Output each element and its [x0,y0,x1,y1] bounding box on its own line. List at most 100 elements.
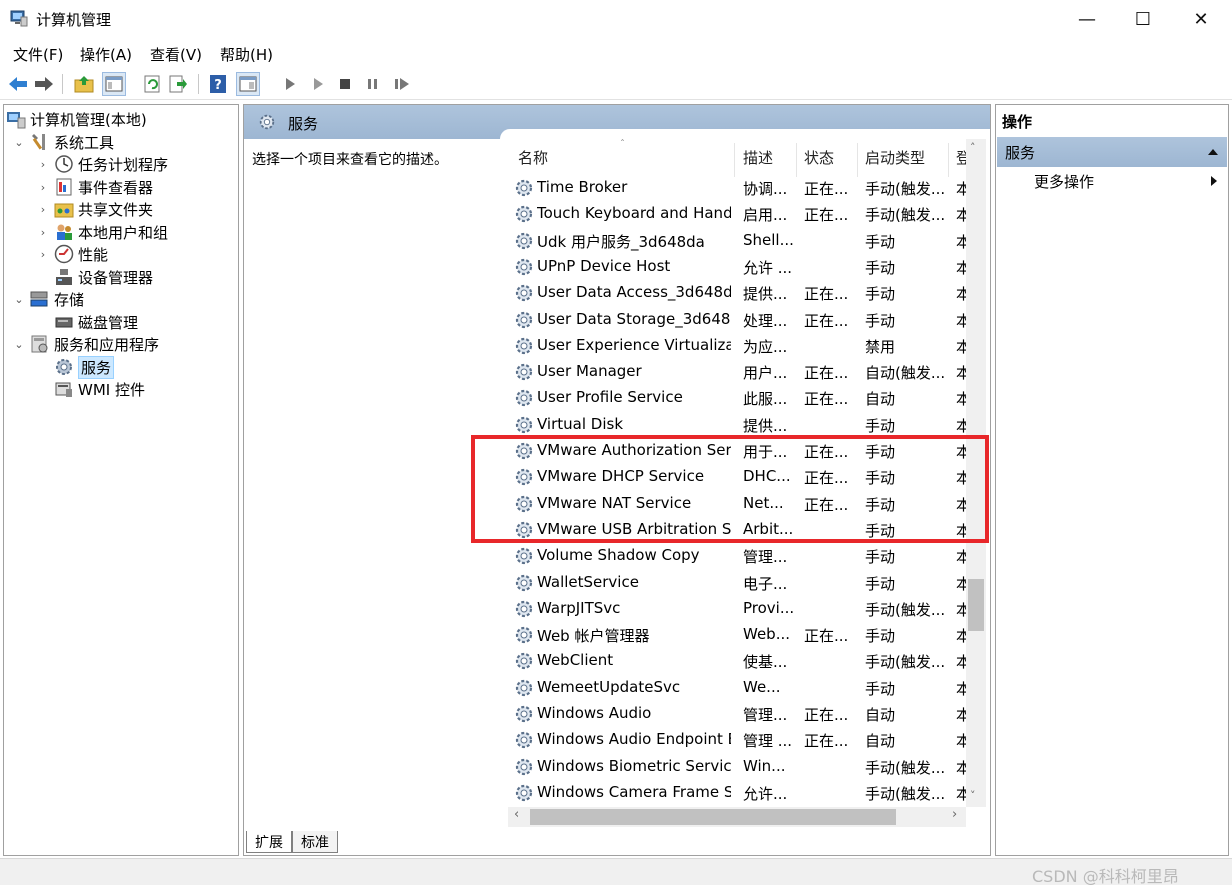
tree-item-shared-folders[interactable]: › 共享文件夹 [36,198,153,220]
service-row[interactable]: Web 帐户管理器 Web... 正在... 手动本 [508,622,968,648]
service-row[interactable]: WebClient 使基... 手动(触发... 本 [508,648,968,674]
scroll-down-icon[interactable]: ˅ [970,789,976,802]
service-row[interactable]: User Data Storage_3d648da 处理... 正在... 手动本 [508,307,968,333]
properties-button[interactable] [236,72,260,96]
close-button[interactable]: ✕ [1172,0,1230,38]
restart-service-button[interactable] [390,72,414,96]
tree-item-storage[interactable]: ⌄ 存储 [12,288,84,310]
tree-item-local-users[interactable]: › 本地用户和组 [36,221,168,243]
stop-service-button[interactable] [333,72,357,96]
service-row[interactable]: UPnP Device Host 允许 ... 手动本 [508,254,968,280]
tree-item-system-tools[interactable]: ⌄ 系统工具 [12,131,114,153]
service-description: 用户... [743,364,788,383]
gear-icon [514,388,534,408]
service-description: 提供... [743,285,788,304]
tree-label: 设备管理器 [78,268,154,287]
help-button[interactable]: ? [206,72,230,96]
horizontal-scrollbar[interactable]: ‹ › [508,807,966,827]
service-row[interactable]: User Profile Service 此服... 正在... 自动本 [508,385,968,411]
service-startup-type: 手动(触发... [865,206,945,225]
scroll-up-icon[interactable]: ˄ [970,141,976,154]
back-button[interactable] [6,72,30,96]
vertical-scroll-thumb[interactable] [968,579,984,631]
tree-item-performance[interactable]: › 性能 [36,243,108,265]
start-service-alt-button[interactable] [306,72,330,96]
tree-item-services-apps[interactable]: ⌄ 服务和应用程序 [12,333,159,355]
tree-item-disk-management[interactable]: 磁盘管理 [54,311,138,333]
up-button[interactable] [72,72,96,96]
column-header-status[interactable]: 状态 [804,147,834,175]
export-list-button[interactable] [166,72,190,96]
tree-item-task-scheduler[interactable]: › 任务计划程序 [36,153,168,175]
service-row[interactable]: User Data Access_3d648da 提供... 正在... 手动本 [508,280,968,306]
refresh-button[interactable] [140,72,164,96]
chevron-right-icon[interactable]: › [36,248,50,261]
service-row[interactable]: WalletService 电子... 手动本 [508,570,968,596]
chevron-right-icon[interactable]: › [36,226,50,239]
tree-item-event-viewer[interactable]: › 事件查看器 [36,176,153,198]
service-row[interactable]: Virtual Disk 提供... 手动本 [508,412,968,438]
service-row[interactable]: Volume Shadow Copy 管理... 手动本 [508,543,968,569]
service-row[interactable]: Windows Biometric Service Win... 手动(触发... 本 [508,754,968,780]
service-row[interactable]: User Experience Virtualizat...为应...禁用本 [508,333,968,359]
menu-action[interactable]: 操作(A) [80,44,132,65]
gear-icon [514,283,534,303]
column-header-name[interactable]: 名称 [518,147,548,175]
minimize-button[interactable]: — [1058,0,1116,38]
chevron-right-icon[interactable]: › [36,158,50,171]
forward-button[interactable] [32,72,56,96]
service-row[interactable]: Windows Camera Frame S... 允许... 手动(触发... 本 [508,780,968,806]
gear-icon [514,599,534,619]
gear-icon [514,204,534,224]
service-row[interactable]: Udk 用户服务_3d648da Shell... 手动本 [508,228,968,254]
tree-item-services[interactable]: 服务 [54,355,115,379]
chevron-down-icon[interactable]: ⌄ [12,136,26,149]
submenu-arrow-icon[interactable] [1210,175,1218,187]
menu-bar: 文件(F) 操作(A) 查看(V) 帮助(H) [0,38,1232,68]
scroll-right-icon[interactable]: › [952,807,957,822]
tree-item-root[interactable]: 计算机管理(本地) [6,108,147,130]
gear-icon [514,783,534,803]
tree-item-wmi[interactable]: WMI 控件 [54,378,145,400]
service-row[interactable]: Windows Audio Endpoint B... 管理 ... 正在... 自动… [508,727,968,753]
gear-icon [514,231,534,251]
column-header-description[interactable]: 描述 [743,147,773,175]
collapse-up-icon[interactable] [1207,148,1219,156]
tree-label: 共享文件夹 [78,200,154,219]
actions-group-services[interactable]: 服务 [997,137,1227,167]
start-service-button[interactable] [278,72,302,96]
column-separator[interactable] [734,143,735,177]
show-hide-tree-button[interactable] [102,72,126,96]
column-separator[interactable] [857,143,858,177]
chevron-right-icon[interactable]: › [36,181,50,194]
menu-view[interactable]: 查看(V) [150,44,202,65]
service-row[interactable]: WemeetUpdateSvc We... 手动本 [508,675,968,701]
pause-service-button[interactable] [361,72,385,96]
menu-file[interactable]: 文件(F) [13,44,63,65]
forward-icon [35,77,53,91]
chevron-down-icon[interactable]: ⌄ [12,293,26,306]
service-row[interactable]: User Manager 用户... 正在... 自动(触发... 本 [508,359,968,385]
menu-help[interactable]: 帮助(H) [220,44,273,65]
tab-standard[interactable]: 标准 [292,831,338,853]
horizontal-scroll-thumb[interactable] [530,809,896,825]
computer-management-icon [10,10,28,27]
tree-item-device-manager[interactable]: 设备管理器 [54,266,153,288]
service-row[interactable]: Time Broker 协调... 正在... 手动(触发... 本 [508,175,968,201]
chevron-down-icon[interactable]: ⌄ [12,338,26,351]
tree-label: 服务和应用程序 [54,335,160,354]
column-separator[interactable] [796,143,797,177]
chevron-right-icon[interactable]: › [36,203,50,216]
scroll-left-icon[interactable]: ‹ [514,807,519,822]
more-actions-link[interactable]: 更多操作 [1034,171,1094,192]
service-row[interactable]: Touch Keyboard and Hand... 启用... 正在... 手动(触… [508,201,968,227]
column-separator[interactable] [948,143,949,177]
maximize-button[interactable]: ☐ [1114,0,1172,38]
computer-management-icon [7,112,26,129]
tab-extended[interactable]: 扩展 [246,831,292,853]
column-header-startup[interactable]: 启动类型 [865,147,925,175]
service-status: 正在... [804,311,849,330]
service-row[interactable]: Windows Audio 管理... 正在... 自动本 [508,701,968,727]
service-row[interactable]: WarpJITSvc Provi... 手动(触发... 本 [508,596,968,622]
tree-label: 本地用户和组 [78,223,169,242]
